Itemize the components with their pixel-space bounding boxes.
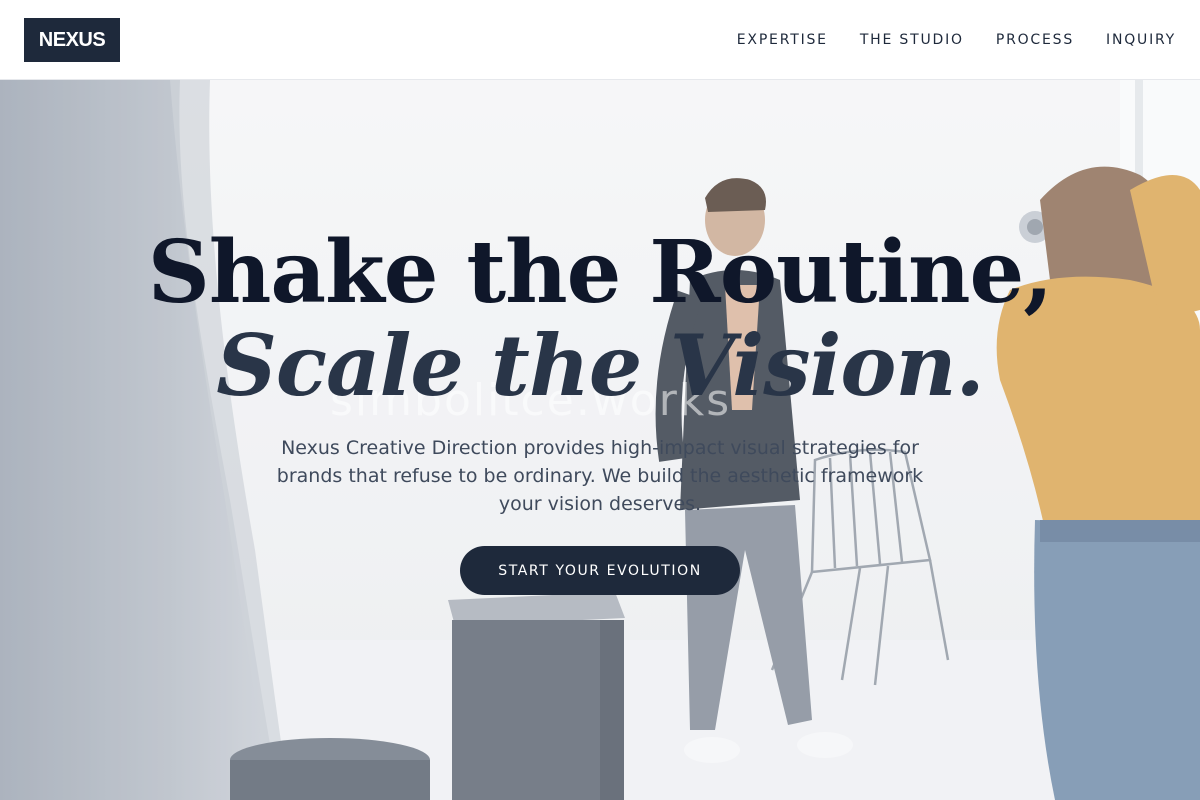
start-your-evolution-button[interactable]: START YOUR EVOLUTION (460, 546, 740, 595)
hero-headline-line-2: Scale the Vision. (216, 316, 985, 415)
site-header: NEXUS EXPERTISE THE STUDIO PROCESS INQUI… (0, 0, 1200, 80)
nav-link-process[interactable]: PROCESS (996, 32, 1074, 48)
nav-link-inquiry[interactable]: INQUIRY (1106, 32, 1176, 48)
hero-headline-line-1: Shake the Routine, (147, 222, 1053, 323)
nav-link-expertise[interactable]: EXPERTISE (737, 32, 828, 48)
hero-subheadline: Nexus Creative Direction provides high-i… (276, 437, 924, 515)
nav-link-the-studio[interactable]: THE STUDIO (860, 32, 964, 48)
landing-page: NEXUS EXPERTISE THE STUDIO PROCESS INQUI… (0, 0, 1200, 800)
main-navigation: EXPERTISE THE STUDIO PROCESS INQUIRY (737, 0, 1176, 80)
brand-logo[interactable]: NEXUS (24, 18, 120, 62)
